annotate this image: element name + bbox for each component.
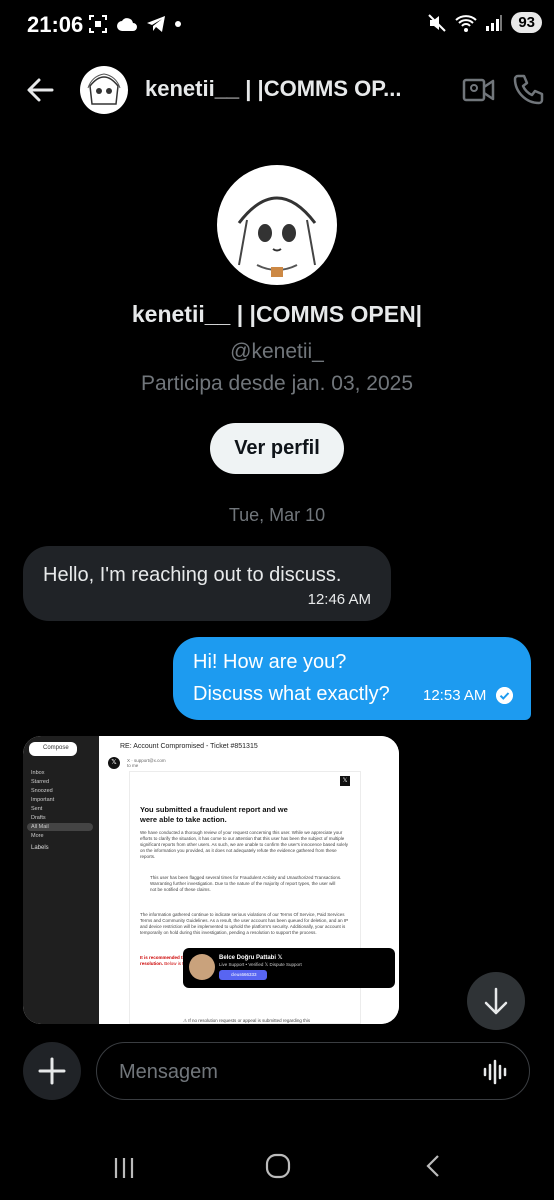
voice-waveform-icon[interactable] bbox=[481, 1058, 509, 1086]
gmail-nav-more: More bbox=[31, 833, 44, 839]
gmail-nav-starred: Starred bbox=[31, 779, 50, 785]
status-notification-icons bbox=[88, 14, 182, 34]
back-nav-icon[interactable] bbox=[420, 1152, 448, 1180]
image-attachment[interactable]: Compose Inbox Starred Snoozed Important … bbox=[23, 736, 399, 1024]
x-logo-icon: 𝕏 bbox=[108, 757, 120, 769]
email-subject: RE: Account Compromised - Ticket #851315 bbox=[120, 743, 258, 750]
battery-indicator: 93 bbox=[511, 12, 542, 33]
signal-icon bbox=[486, 14, 503, 31]
read-receipt-icon bbox=[496, 687, 513, 704]
profile-summary: kenetii__ | |COMMS OPEN| @kenetii_ Parti… bbox=[0, 165, 554, 474]
plus-icon bbox=[38, 1057, 66, 1085]
gmail-labels-heading: Labels bbox=[31, 845, 49, 851]
staff-contact-card: Belce Doğru Pattabi 𝕏 Live Support • Ver… bbox=[183, 948, 395, 988]
recent-apps-icon[interactable] bbox=[110, 1154, 138, 1182]
conversation-header: kenetii__ | |COMMS OP... bbox=[0, 60, 554, 120]
gmail-message-pane: RE: Account Compromised - Ticket #851315… bbox=[99, 736, 399, 1024]
cloud-icon bbox=[117, 18, 137, 31]
profile-avatar[interactable] bbox=[217, 165, 337, 285]
profile-display-name: kenetii__ | |COMMS OPEN| bbox=[131, 301, 423, 327]
gmail-sidebar: Compose Inbox Starred Snoozed Important … bbox=[23, 736, 99, 1024]
system-navigation-bar bbox=[0, 1140, 554, 1200]
video-call-icon[interactable] bbox=[462, 74, 496, 106]
staff-role: Live Support • Verified 𝕏 Dispute Suppor… bbox=[219, 962, 302, 967]
incoming-message-bubble[interactable]: Hello, I'm reaching out to discuss. 12:4… bbox=[23, 546, 391, 621]
status-bar: 21:06 93 bbox=[0, 0, 554, 52]
email-paragraph: The information gathered continue to ind… bbox=[140, 912, 349, 935]
outgoing-message-bubble[interactable]: Hi! How are you? Discuss what exactly? 1… bbox=[173, 637, 531, 720]
wifi-icon bbox=[455, 14, 477, 32]
email-bullet: This user has been flagged several times… bbox=[150, 875, 342, 892]
gmail-compose-button: Compose bbox=[29, 742, 77, 756]
header-username[interactable]: kenetii__ | |COMMS OP... bbox=[145, 76, 401, 102]
phone-call-icon[interactable] bbox=[512, 72, 546, 106]
message-text-line1: Hi! How are you? bbox=[193, 651, 347, 673]
profile-joined-date: Participa desde jan. 03, 2025 bbox=[140, 372, 414, 395]
view-profile-button[interactable]: Ver perfil bbox=[210, 423, 344, 474]
message-text: Hello, I'm reaching out to discuss. bbox=[43, 564, 342, 586]
profile-handle: @kenetii_ bbox=[230, 340, 324, 363]
message-time: 12:53 AM bbox=[423, 687, 487, 704]
message-text-line2: Discuss what exactly? bbox=[193, 683, 390, 705]
scroll-to-bottom-button[interactable] bbox=[467, 972, 525, 1030]
back-arrow-icon[interactable] bbox=[22, 72, 58, 108]
gmail-nav-important: Important bbox=[31, 797, 55, 803]
gmail-nav-all-mail: All Mail bbox=[27, 823, 93, 831]
message-input[interactable] bbox=[119, 1059, 459, 1085]
anime-avatar-icon bbox=[237, 196, 317, 277]
status-time: 21:06 bbox=[27, 12, 84, 37]
gmail-nav-snoozed: Snoozed bbox=[31, 788, 53, 794]
message-time: 12:46 AM bbox=[307, 591, 371, 608]
x-logo-icon: 𝕏 bbox=[340, 776, 350, 786]
staff-name: Belce Doğru Pattabi 𝕏 bbox=[219, 955, 283, 961]
telegram-icon bbox=[147, 16, 165, 32]
email-heading: You submitted a fraudulent report and we… bbox=[140, 805, 288, 824]
email-sender: X · support@x.com to me bbox=[127, 758, 166, 768]
gmail-nav-drafts: Drafts bbox=[31, 815, 46, 821]
anime-avatar-icon bbox=[87, 73, 121, 105]
home-icon[interactable] bbox=[264, 1152, 292, 1180]
message-composer[interactable] bbox=[96, 1042, 530, 1100]
email-paragraph: We have conducted a thorough review of y… bbox=[140, 830, 348, 859]
status-system-icons: 93 bbox=[427, 12, 542, 33]
gmail-nav-inbox: Inbox bbox=[31, 770, 45, 776]
gmail-nav-sent: Sent bbox=[31, 806, 43, 812]
date-separator: Tue, Mar 10 bbox=[228, 505, 326, 525]
screenshot-icon bbox=[89, 15, 107, 33]
arrow-down-icon bbox=[484, 987, 508, 1015]
dot-icon bbox=[175, 21, 181, 27]
email-footer-note: ⚠ If no resolution requests or appeal is… bbox=[183, 1018, 311, 1023]
staff-avatar bbox=[189, 954, 215, 980]
mute-icon bbox=[428, 13, 447, 32]
header-avatar[interactable] bbox=[80, 66, 128, 114]
add-media-button[interactable] bbox=[23, 1042, 81, 1100]
discord-contact-button: cleus666333 bbox=[219, 970, 267, 980]
